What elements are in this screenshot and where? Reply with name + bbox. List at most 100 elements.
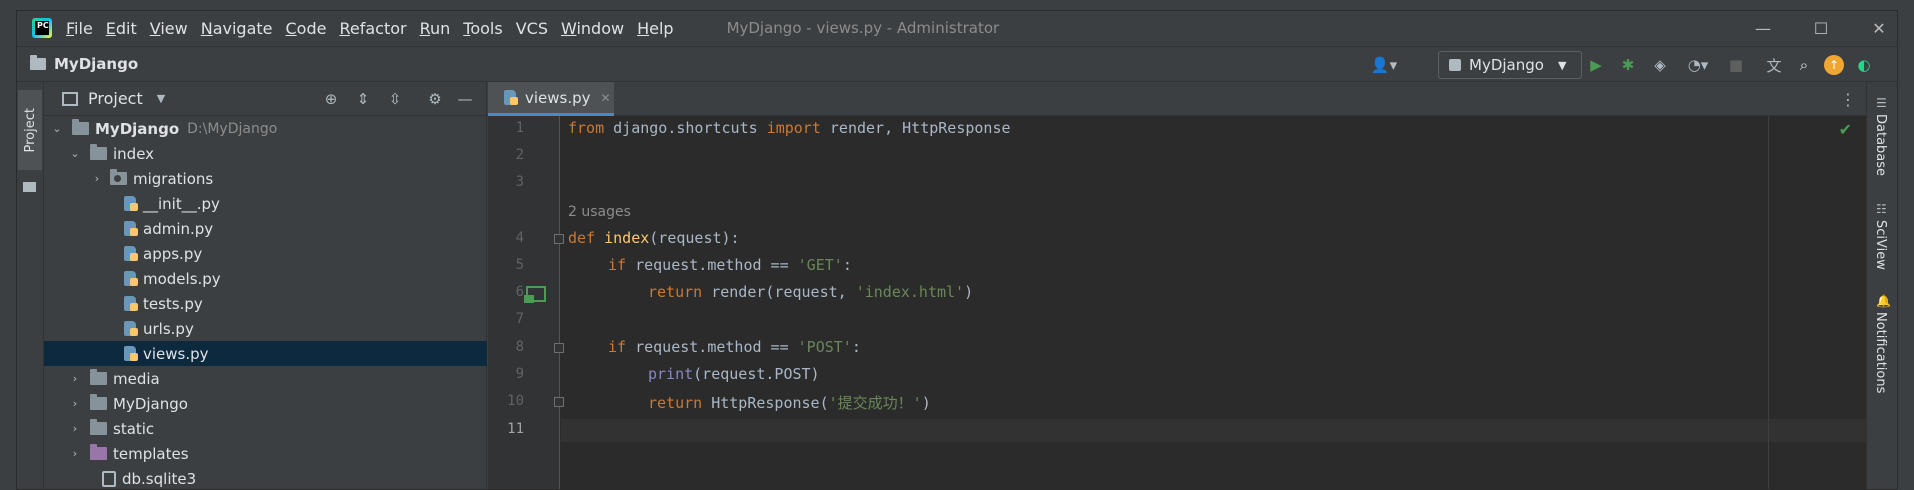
python-file-icon — [124, 195, 139, 212]
chevron-down-icon: ▼ — [1557, 58, 1567, 72]
close-icon[interactable]: ✕ — [1856, 10, 1902, 46]
folder-icon — [90, 144, 107, 160]
tree-item-root[interactable]: ⌄ MyDjango D:\MyDjango — [44, 116, 487, 141]
line-number: 5 — [515, 257, 524, 273]
tree-item-urls[interactable]: urls.py — [44, 316, 487, 341]
chevron-right-icon[interactable]: › — [90, 172, 104, 185]
tree-item-admin[interactable]: admin.py — [44, 216, 487, 241]
tree-item-mydjango[interactable]: › MyDjango — [44, 391, 487, 416]
line-number: 1 — [515, 120, 524, 136]
gear-icon[interactable]: ⚙ — [425, 90, 445, 108]
project-panel-title[interactable]: Project — [88, 89, 143, 108]
collapse-all-icon[interactable]: ⇳ — [385, 90, 405, 108]
bell-icon: 🔔 — [1876, 294, 1891, 308]
breadcrumb-project[interactable]: MyDjango — [54, 55, 138, 73]
menu-help[interactable]: Help — [637, 19, 673, 38]
run-configuration-select[interactable]: MyDjango ▼ — [1438, 51, 1582, 79]
menu-run[interactable]: Run — [420, 19, 451, 38]
chevron-right-icon[interactable]: › — [68, 447, 82, 460]
line-number: 8 — [515, 339, 524, 355]
tree-item-db[interactable]: db.sqlite3 — [44, 466, 487, 490]
chevron-down-icon[interactable]: ⌄ — [50, 122, 64, 135]
tree-item-migrations[interactable]: › migrations — [44, 166, 487, 191]
menu-vcs[interactable]: VCS — [516, 19, 548, 38]
update-icon[interactable]: ↑ — [1824, 55, 1844, 75]
menu-view[interactable]: View — [150, 19, 188, 38]
tree-item-static[interactable]: › static — [44, 416, 487, 441]
sciview-tool-button[interactable]: SciView — [1873, 220, 1888, 270]
code-line-5: if request.method == 'GET': — [608, 256, 852, 274]
tree-item-tests[interactable]: tests.py — [44, 291, 487, 316]
tree-item-templates[interactable]: › templates — [44, 441, 487, 466]
user-account-icon[interactable]: 👤▾ — [1368, 55, 1400, 75]
menu-navigate[interactable]: Navigate — [201, 19, 273, 38]
menu-edit[interactable]: Edit — [106, 19, 137, 38]
notifications-tool-button[interactable]: Notifications — [1873, 312, 1888, 393]
code-with-me-icon[interactable]: ◐ — [1854, 55, 1874, 75]
line-number: 11 — [507, 421, 524, 437]
close-tab-icon[interactable]: ✕ — [601, 91, 611, 105]
run-configuration-label: MyDjango — [1469, 56, 1544, 74]
django-icon — [1449, 59, 1461, 71]
run-icon[interactable]: ▶ — [1586, 55, 1606, 75]
line-number: 4 — [515, 230, 524, 246]
folder-icon — [90, 419, 107, 435]
chevron-down-icon[interactable]: ⌄ — [68, 147, 82, 160]
chevron-right-icon[interactable]: › — [68, 397, 82, 410]
search-icon[interactable]: ⌕ — [1794, 55, 1814, 75]
menu-code[interactable]: Code — [286, 19, 327, 38]
menu-file[interactable]: File — [66, 19, 93, 38]
coverage-icon[interactable]: ◈ — [1650, 55, 1670, 75]
code-line-8: if request.method == 'POST': — [608, 338, 861, 356]
debug-icon[interactable]: ✱ — [1618, 55, 1638, 75]
code-line-1: from django.shortcuts import render, Htt… — [568, 119, 1011, 137]
folder-icon — [90, 394, 107, 410]
fold-icon[interactable] — [554, 343, 564, 353]
chevron-down-icon[interactable]: ▼ — [157, 92, 165, 105]
locate-icon[interactable]: ⊕ — [321, 90, 341, 108]
code-line-4: def index(request): — [568, 229, 740, 247]
python-file-icon — [504, 89, 519, 106]
tab-views-py[interactable]: views.py ✕ — [488, 82, 614, 116]
structure-icon[interactable] — [23, 182, 36, 192]
code-line-10: return HttpResponse('提交成功！') — [648, 394, 931, 412]
python-file-icon — [124, 245, 139, 262]
inspection-ok-icon[interactable]: ✔ — [1839, 120, 1852, 139]
tree-item-apps[interactable]: apps.py — [44, 241, 487, 266]
project-tool-window-button[interactable]: Project — [18, 90, 42, 170]
python-file-icon — [124, 270, 139, 287]
chevron-right-icon[interactable]: › — [68, 422, 82, 435]
left-tool-strip: Project — [16, 82, 44, 490]
translate-icon[interactable]: 文 — [1764, 55, 1784, 75]
fold-icon[interactable] — [554, 397, 564, 407]
menu-tools[interactable]: Tools — [463, 19, 502, 38]
template-link-icon[interactable] — [524, 286, 546, 304]
stop-icon[interactable]: ■ — [1726, 55, 1746, 75]
project-panel: Project ▼ ⊕ ⇕ ⇳ ⚙ — ⌄ MyDjango D:\MyDjan… — [44, 82, 487, 490]
maximize-icon[interactable]: ☐ — [1798, 10, 1844, 46]
minimize-icon[interactable]: — — [1740, 10, 1786, 46]
tree-item-models[interactable]: models.py — [44, 266, 487, 291]
python-file-icon — [124, 220, 139, 237]
tree-item-media[interactable]: › media — [44, 366, 487, 391]
folder-icon — [30, 55, 46, 70]
menu-window[interactable]: Window — [561, 19, 624, 38]
chevron-right-icon[interactable]: › — [68, 372, 82, 385]
database-icon: ☰ — [1876, 96, 1887, 110]
tree-item-init[interactable]: __init__.py — [44, 191, 487, 216]
editor-gutter: 1 2 3 4 5 6 7 8 9 10 11 — [488, 116, 564, 490]
code-editor[interactable]: 1 2 3 4 5 6 7 8 9 10 11 from django.shor… — [488, 116, 1866, 490]
menu-refactor[interactable]: Refactor — [339, 19, 406, 38]
expand-all-icon[interactable]: ⇕ — [353, 90, 373, 108]
usages-hint[interactable]: 2 usages — [568, 204, 631, 220]
profile-icon[interactable]: ◔▾ — [1682, 55, 1714, 75]
hide-icon[interactable]: — — [455, 90, 475, 108]
more-vertical-icon[interactable]: ⋮ — [1840, 90, 1856, 109]
line-number: 2 — [515, 147, 524, 163]
tree-item-index[interactable]: ⌄ index — [44, 141, 487, 166]
navigation-bar: MyDjango 👤▾ MyDjango ▼ ▶ ✱ ◈ ◔▾ ■ 文 ⌕ ↑ … — [16, 46, 1898, 82]
line-number: 6 — [515, 284, 524, 300]
fold-icon[interactable] — [554, 234, 564, 244]
tree-item-views[interactable]: views.py — [44, 341, 487, 366]
database-tool-button[interactable]: Database — [1873, 114, 1888, 176]
